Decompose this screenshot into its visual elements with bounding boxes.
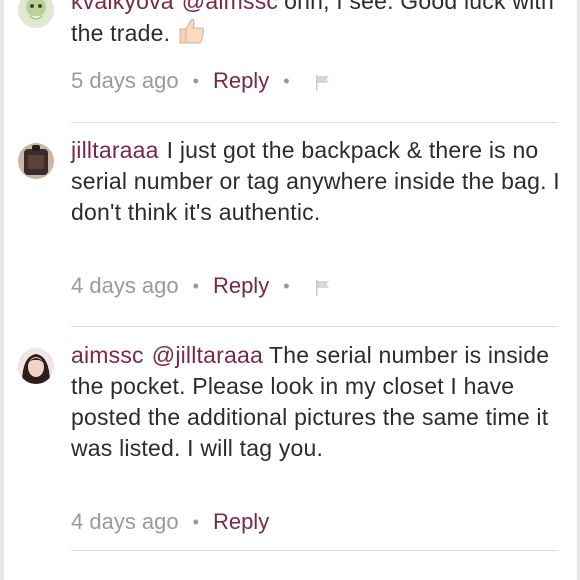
comment-text: kvalkyova @aimssc ohh, I see. Good luck wi… xyxy=(71,0,563,53)
comment-meta: 5 days ago • Reply • xyxy=(71,66,332,96)
thumbs-up-icon xyxy=(176,17,206,53)
reply-button[interactable]: Reply xyxy=(213,68,269,94)
avatar-image xyxy=(18,143,54,179)
separator-dot: • xyxy=(192,70,199,91)
comment-mention[interactable]: @jilltaraaa xyxy=(152,342,263,368)
comment-time: 4 days ago xyxy=(71,273,179,298)
avatar[interactable] xyxy=(18,348,54,384)
comment-mention[interactable]: @aimssc xyxy=(182,0,278,14)
comment-username[interactable]: aimssc xyxy=(71,342,144,368)
comment-username[interactable]: jilltaraaa xyxy=(71,137,159,163)
separator-dot: • xyxy=(283,275,290,296)
comment-username[interactable]: kvalkyova xyxy=(71,0,174,14)
separator-dot: • xyxy=(192,511,199,532)
comment-meta: 4 days ago • Reply xyxy=(71,507,269,537)
comment-divider xyxy=(71,122,558,123)
avatar-image xyxy=(18,0,54,28)
reply-button[interactable]: Reply xyxy=(213,273,269,299)
comment-time: 5 days ago xyxy=(71,68,179,93)
avatar[interactable] xyxy=(18,143,54,179)
comment-divider xyxy=(71,326,558,327)
avatar-image xyxy=(18,348,54,384)
separator-dot: • xyxy=(192,275,199,296)
comment-divider xyxy=(71,550,558,551)
comment-meta: 4 days ago • Reply • xyxy=(71,271,332,301)
comment-text: aimssc @jilltaraaa The serial number is in… xyxy=(71,340,563,464)
comment-text: jilltaraaa I just got the backpack & ther… xyxy=(71,135,563,228)
reply-button[interactable]: Reply xyxy=(213,509,269,535)
avatar[interactable] xyxy=(18,0,54,28)
comments-screen: kvalkyova @aimssc ohh, I see. Good luck wi… xyxy=(0,0,580,580)
comment-time: 4 days ago xyxy=(71,509,179,534)
separator-dot: • xyxy=(283,70,290,91)
flag-icon[interactable] xyxy=(314,72,332,91)
left-edge xyxy=(0,0,4,580)
flag-icon[interactable] xyxy=(314,277,332,296)
